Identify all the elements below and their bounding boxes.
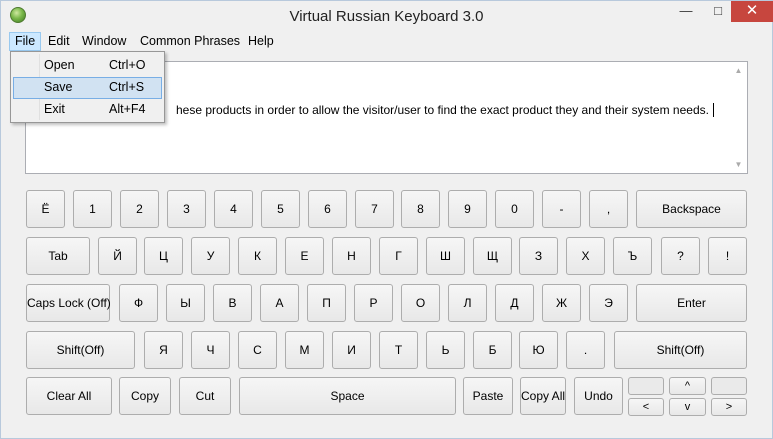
menu-save-shortcut: Ctrl+S bbox=[109, 80, 145, 94]
key-kha[interactable]: Х bbox=[566, 237, 605, 275]
key-zhe[interactable]: Ж bbox=[542, 284, 581, 322]
key-3[interactable]: 3 bbox=[167, 190, 206, 228]
scroll-down-icon[interactable]: ▼ bbox=[730, 156, 747, 173]
key-left-shift[interactable]: Shift(Off) bbox=[26, 331, 135, 369]
key-enter[interactable]: Enter bbox=[636, 284, 747, 322]
key-em[interactable]: М bbox=[285, 331, 324, 369]
key-hard-sign[interactable]: Ъ bbox=[613, 237, 652, 275]
key-soft-sign[interactable]: Ь bbox=[426, 331, 465, 369]
editor-text: hese products in order to allow the visi… bbox=[176, 103, 709, 117]
menu-save-label: Save bbox=[44, 80, 73, 94]
key-question[interactable]: ? bbox=[661, 237, 700, 275]
arrow-left-button[interactable]: < bbox=[628, 398, 664, 416]
key-ef[interactable]: Ф bbox=[119, 284, 158, 322]
key-u[interactable]: У bbox=[191, 237, 230, 275]
key-caps-lock[interactable]: Caps Lock (Off) bbox=[26, 284, 111, 322]
key-0[interactable]: 0 bbox=[495, 190, 534, 228]
arrow-up-button[interactable]: ^ bbox=[669, 377, 706, 395]
key-period[interactable]: . bbox=[566, 331, 605, 369]
window-title: Virtual Russian Keyboard 3.0 bbox=[289, 8, 484, 25]
copy-all-button[interactable]: Copy All bbox=[520, 377, 566, 415]
menu-open-label: Open bbox=[44, 58, 75, 72]
key-ge[interactable]: Г bbox=[379, 237, 418, 275]
key-te[interactable]: Т bbox=[379, 331, 418, 369]
key-che[interactable]: Ч bbox=[191, 331, 230, 369]
key-1[interactable]: 1 bbox=[73, 190, 112, 228]
clear-all-button[interactable]: Clear All bbox=[26, 377, 112, 415]
menu-common-phrases[interactable]: Common Phrases bbox=[135, 32, 245, 51]
title-bar: Virtual Russian Keyboard 3.0 — □ ✕ bbox=[1, 1, 773, 31]
arrow-spacer-right bbox=[711, 377, 747, 395]
key-backspace[interactable]: Backspace bbox=[636, 190, 747, 228]
key-9[interactable]: 9 bbox=[448, 190, 487, 228]
key-er[interactable]: Р bbox=[354, 284, 393, 322]
key-ze[interactable]: З bbox=[519, 237, 558, 275]
key-yery[interactable]: Ы bbox=[166, 284, 205, 322]
copy-button[interactable]: Copy bbox=[119, 377, 171, 415]
key-ka[interactable]: К bbox=[238, 237, 277, 275]
key-yu[interactable]: Ю bbox=[519, 331, 558, 369]
minimize-button[interactable]: — bbox=[673, 1, 699, 22]
maximize-button[interactable]: □ bbox=[705, 1, 731, 22]
menu-save-item[interactable]: Save Ctrl+S bbox=[13, 77, 162, 99]
menu-help[interactable]: Help bbox=[243, 32, 279, 51]
key-shcha[interactable]: Щ bbox=[473, 237, 512, 275]
key-right-shift[interactable]: Shift(Off) bbox=[614, 331, 747, 369]
key-yo[interactable]: Ё bbox=[26, 190, 65, 228]
key-en[interactable]: Н bbox=[332, 237, 371, 275]
cut-button[interactable]: Cut bbox=[179, 377, 231, 415]
menu-exit-shortcut: Alt+F4 bbox=[109, 102, 146, 116]
key-6[interactable]: 6 bbox=[308, 190, 347, 228]
key-e[interactable]: Э bbox=[589, 284, 628, 322]
key-ya[interactable]: Я bbox=[144, 331, 183, 369]
menu-window[interactable]: Window bbox=[77, 32, 131, 51]
key-comma[interactable]: , bbox=[589, 190, 628, 228]
close-button[interactable]: ✕ bbox=[731, 1, 773, 22]
key-shorti[interactable]: Й bbox=[98, 237, 137, 275]
key-4[interactable]: 4 bbox=[214, 190, 253, 228]
undo-button[interactable]: Undo bbox=[574, 377, 623, 415]
key-5[interactable]: 5 bbox=[261, 190, 300, 228]
key-es[interactable]: С bbox=[238, 331, 277, 369]
key-de[interactable]: Д bbox=[495, 284, 534, 322]
key-i[interactable]: И bbox=[332, 331, 371, 369]
key-tse[interactable]: Ц bbox=[144, 237, 183, 275]
menu-bar: File Edit Window Common Phrases Help bbox=[1, 31, 772, 51]
menu-edit[interactable]: Edit bbox=[43, 32, 75, 51]
key-sha[interactable]: Ш bbox=[426, 237, 465, 275]
key-2[interactable]: 2 bbox=[120, 190, 159, 228]
key-pe[interactable]: П bbox=[307, 284, 346, 322]
file-menu-dropdown: Open Ctrl+O Save Ctrl+S Exit Alt+F4 bbox=[10, 51, 165, 123]
key-exclamation[interactable]: ! bbox=[708, 237, 747, 275]
key-el[interactable]: Л bbox=[448, 284, 487, 322]
menu-open-shortcut: Ctrl+O bbox=[109, 58, 146, 72]
menu-exit-label: Exit bbox=[44, 102, 65, 116]
text-caret bbox=[712, 103, 714, 117]
key-7[interactable]: 7 bbox=[355, 190, 394, 228]
key-o[interactable]: О bbox=[401, 284, 440, 322]
menu-exit-item[interactable]: Exit Alt+F4 bbox=[13, 99, 162, 121]
paste-button[interactable]: Paste bbox=[463, 377, 513, 415]
menu-open-item[interactable]: Open Ctrl+O bbox=[13, 55, 162, 77]
arrow-spacer-left bbox=[628, 377, 664, 395]
key-be[interactable]: Б bbox=[473, 331, 512, 369]
app-window: Virtual Russian Keyboard 3.0 — □ ✕ File … bbox=[0, 0, 773, 439]
vertical-scrollbar[interactable]: ▲ ▼ bbox=[730, 62, 747, 173]
space-key[interactable]: Space bbox=[239, 377, 456, 415]
arrow-right-button[interactable]: > bbox=[711, 398, 747, 416]
key-8[interactable]: 8 bbox=[401, 190, 440, 228]
scroll-up-icon[interactable]: ▲ bbox=[730, 62, 747, 79]
menu-file[interactable]: File bbox=[9, 32, 42, 51]
key-tab[interactable]: Tab bbox=[26, 237, 90, 275]
key-ye[interactable]: Е bbox=[285, 237, 324, 275]
arrow-down-button[interactable]: v bbox=[669, 398, 706, 416]
key-ve[interactable]: В bbox=[213, 284, 252, 322]
key-a[interactable]: А bbox=[260, 284, 299, 322]
key-minus[interactable]: - bbox=[542, 190, 581, 228]
